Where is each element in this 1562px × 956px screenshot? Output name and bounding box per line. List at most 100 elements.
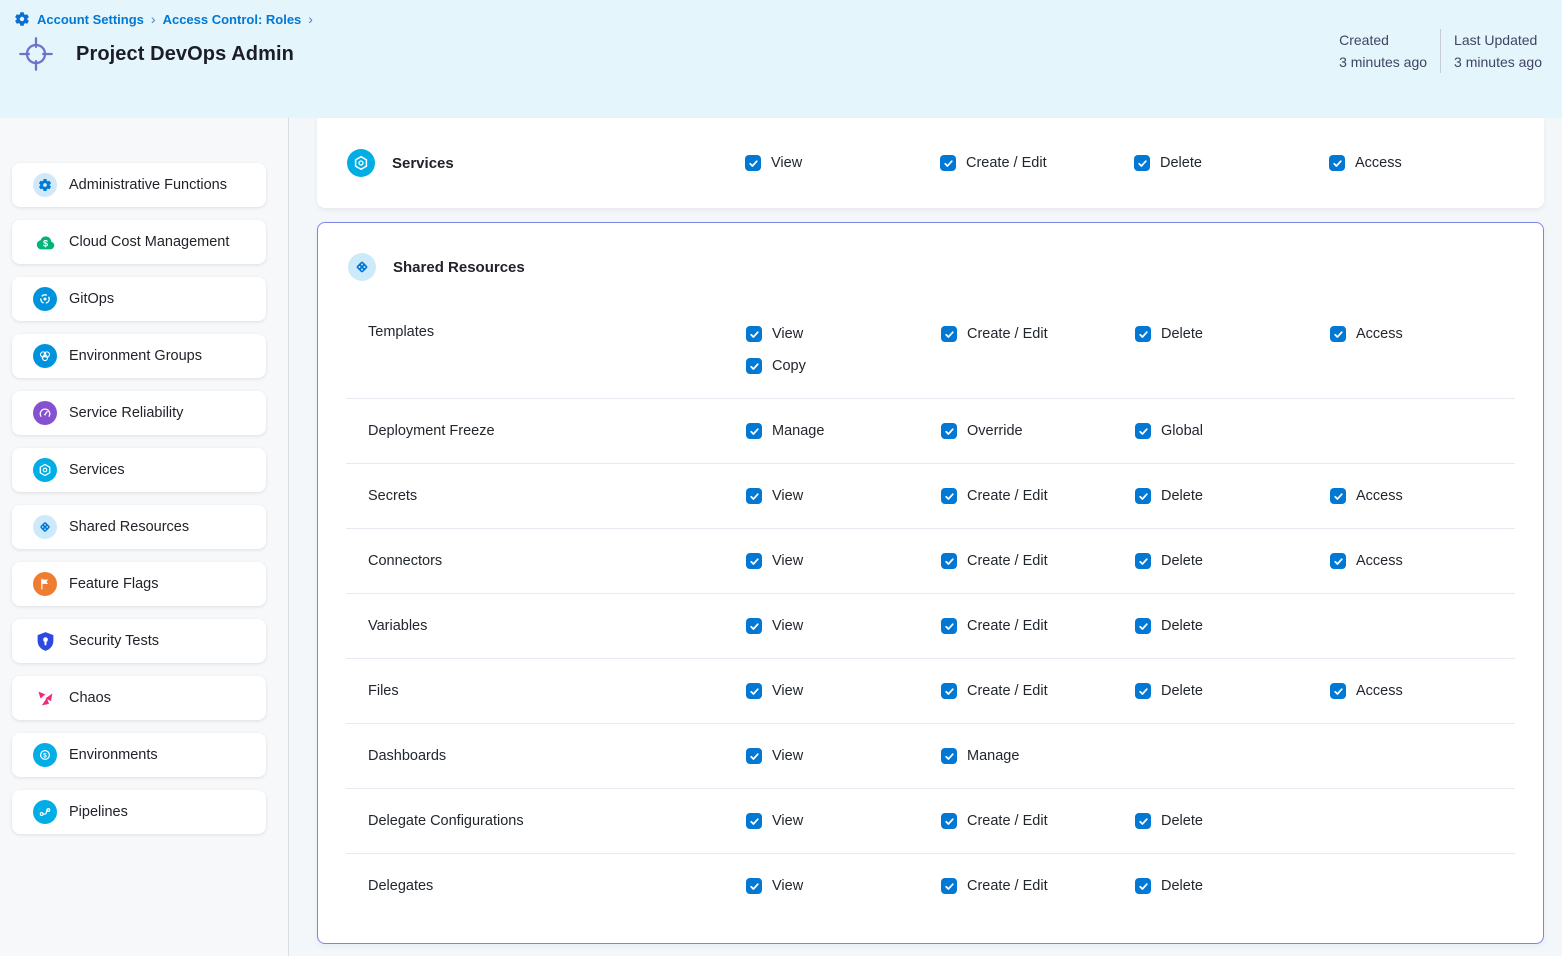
checkbox-checked-icon[interactable] (941, 326, 957, 342)
permission-checkbox-view[interactable]: View (746, 551, 803, 571)
sidebar-item-shared-resources[interactable]: Shared Resources (12, 505, 266, 549)
sidebar-item-services[interactable]: Services (12, 448, 266, 492)
permission-checkbox-access[interactable]: Access (1330, 486, 1403, 506)
permission-checkbox-view[interactable]: View (746, 746, 803, 766)
checkbox-checked-icon[interactable] (941, 683, 957, 699)
permission-checkbox-create-edit[interactable]: Create / Edit (941, 876, 1048, 896)
permission-checkbox-override[interactable]: Override (941, 421, 1023, 441)
sidebar-item-gitops[interactable]: GitOps (12, 277, 266, 321)
permission-checkbox-create-edit[interactable]: Create / Edit (941, 616, 1048, 636)
checkbox-checked-icon[interactable] (1135, 326, 1151, 342)
permission-checkbox-view[interactable]: View (746, 486, 803, 506)
feature-flags-icon (33, 572, 57, 596)
permission-checkbox-delete[interactable]: Delete (1135, 486, 1203, 506)
checkbox-checked-icon[interactable] (1135, 878, 1151, 894)
checkbox-checked-icon[interactable] (1135, 813, 1151, 829)
checkbox-checked-icon[interactable] (941, 553, 957, 569)
permission-checkbox-view[interactable]: View (746, 811, 803, 831)
permission-column: Create / Edit (941, 681, 1135, 701)
permission-column: Global (1135, 421, 1330, 441)
checkbox-checked-icon[interactable] (746, 358, 762, 374)
checkbox-checked-icon[interactable] (746, 553, 762, 569)
shared-resources-header: Shared Resources (318, 223, 1543, 311)
checkbox-checked-icon[interactable] (746, 423, 762, 439)
permission-checkbox-view[interactable]: View (746, 681, 803, 701)
resource-row-connectors: Connectors View Create / Edit Delete Acc… (346, 528, 1515, 593)
permission-label: Access (1356, 488, 1403, 504)
permission-checkbox-create-edit[interactable]: Create / Edit (941, 681, 1048, 701)
permission-checkbox-global[interactable]: Global (1135, 421, 1203, 441)
checkbox-checked-icon[interactable] (1135, 423, 1151, 439)
checkbox-checked-icon[interactable] (941, 618, 957, 634)
permission-checkbox-create-edit[interactable]: Create / Edit (940, 153, 1047, 173)
permission-checkbox-access[interactable]: Access (1329, 153, 1402, 173)
checkbox-checked-icon[interactable] (746, 683, 762, 699)
sidebar-item-cloud-cost-management[interactable]: $ Cloud Cost Management (12, 220, 266, 264)
checkbox-checked-icon[interactable] (941, 748, 957, 764)
checkbox-checked-icon[interactable] (1330, 553, 1346, 569)
permission-label: Create / Edit (967, 553, 1048, 569)
checkbox-checked-icon[interactable] (745, 155, 761, 171)
permission-checkbox-create-edit[interactable]: Create / Edit (941, 551, 1048, 571)
permission-checkbox-copy[interactable]: Copy (746, 356, 806, 376)
permission-checkbox-view[interactable]: View (745, 153, 802, 173)
permission-checkbox-delete[interactable]: Delete (1134, 153, 1202, 173)
sidebar-item-pipelines[interactable]: Pipelines (12, 790, 266, 834)
checkbox-checked-icon[interactable] (746, 326, 762, 342)
breadcrumb-link-access-control-roles[interactable]: Access Control: Roles (163, 12, 302, 27)
permission-checkbox-manage[interactable]: Manage (746, 421, 824, 441)
sidebar-item-environments[interactable]: $ Environments (12, 733, 266, 777)
permission-checkbox-delete[interactable]: Delete (1135, 616, 1203, 636)
permission-checkbox-access[interactable]: Access (1330, 551, 1403, 571)
sidebar-item-label: Administrative Functions (69, 177, 227, 193)
breadcrumb-link-account-settings[interactable]: Account Settings (37, 12, 144, 27)
permission-checkbox-delete[interactable]: Delete (1135, 876, 1203, 896)
resource-label: Variables (368, 618, 746, 634)
checkbox-checked-icon[interactable] (1330, 488, 1346, 504)
permission-checkbox-access[interactable]: Access (1330, 324, 1403, 344)
checkbox-checked-icon[interactable] (1330, 683, 1346, 699)
checkbox-checked-icon[interactable] (941, 423, 957, 439)
checkbox-checked-icon[interactable] (746, 878, 762, 894)
sidebar-item-environment-groups[interactable]: Environment Groups (12, 334, 266, 378)
checkbox-checked-icon[interactable] (746, 618, 762, 634)
checkbox-checked-icon[interactable] (1135, 553, 1151, 569)
resource-row-templates: Templates View Copy Create / Edit Delete… (346, 311, 1515, 398)
permission-checkbox-view[interactable]: View (746, 324, 803, 344)
sidebar-item-chaos[interactable]: Chaos (12, 676, 266, 720)
checkbox-checked-icon[interactable] (1135, 618, 1151, 634)
sidebar-item-label: Service Reliability (69, 405, 183, 421)
permission-checkbox-manage[interactable]: Manage (941, 746, 1019, 766)
permission-checkbox-create-edit[interactable]: Create / Edit (941, 811, 1048, 831)
checkbox-checked-icon[interactable] (746, 813, 762, 829)
permission-checkbox-create-edit[interactable]: Create / Edit (941, 486, 1048, 506)
sidebar-item-service-reliability[interactable]: Service Reliability (12, 391, 266, 435)
pipelines-icon (33, 800, 57, 824)
checkbox-checked-icon[interactable] (1135, 488, 1151, 504)
permission-column: Access (1330, 551, 1515, 571)
checkbox-checked-icon[interactable] (941, 488, 957, 504)
permission-checkbox-create-edit[interactable]: Create / Edit (941, 324, 1048, 344)
content: Administrative Functions $ Cloud Cost Ma… (0, 118, 1562, 956)
checkbox-checked-icon[interactable] (746, 748, 762, 764)
permission-checkbox-view[interactable]: View (746, 616, 803, 636)
permission-checkbox-delete[interactable]: Delete (1135, 324, 1203, 344)
permission-column: Access (1330, 486, 1515, 506)
checkbox-checked-icon[interactable] (1135, 683, 1151, 699)
sidebar-item-security-tests[interactable]: Security Tests (12, 619, 266, 663)
sidebar-item-administrative-functions[interactable]: Administrative Functions (12, 163, 266, 207)
checkbox-checked-icon[interactable] (941, 813, 957, 829)
permission-checkbox-delete[interactable]: Delete (1135, 811, 1203, 831)
checkbox-checked-icon[interactable] (940, 155, 956, 171)
permission-checkbox-view[interactable]: View (746, 876, 803, 896)
permission-label: Override (967, 423, 1023, 439)
permission-checkbox-access[interactable]: Access (1330, 681, 1403, 701)
checkbox-checked-icon[interactable] (746, 488, 762, 504)
permission-checkbox-delete[interactable]: Delete (1135, 681, 1203, 701)
checkbox-checked-icon[interactable] (941, 878, 957, 894)
checkbox-checked-icon[interactable] (1329, 155, 1345, 171)
checkbox-checked-icon[interactable] (1330, 326, 1346, 342)
checkbox-checked-icon[interactable] (1134, 155, 1150, 171)
sidebar-item-feature-flags[interactable]: Feature Flags (12, 562, 266, 606)
permission-checkbox-delete[interactable]: Delete (1135, 551, 1203, 571)
